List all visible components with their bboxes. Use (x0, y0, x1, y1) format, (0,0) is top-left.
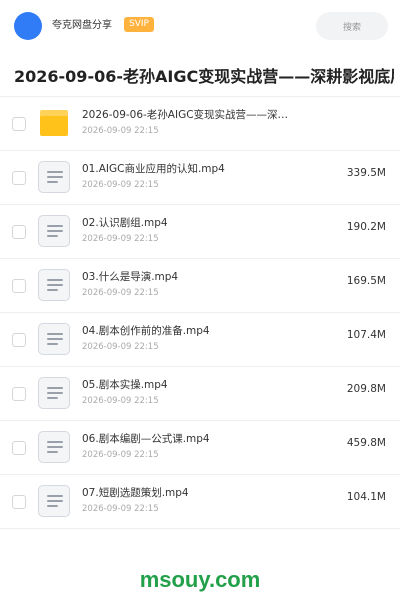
checkbox[interactable] (12, 225, 26, 239)
checkbox[interactable] (12, 171, 26, 185)
file-date: 2026-09-09 22:15 (82, 396, 159, 406)
app-title: 夸克网盘分享 (52, 20, 112, 31)
list-item[interactable]: 04.剧本创作前的准备.mp4 2026-09-09 22:15 107.4M (0, 313, 400, 367)
document-icon (38, 215, 70, 247)
checkbox[interactable] (12, 117, 26, 131)
file-name: 03.什么是导演.mp4 (82, 271, 179, 283)
file-name: 05.剧本实操.mp4 (82, 379, 168, 391)
file-size: 459.8M (346, 437, 386, 449)
svip-badge[interactable]: SVIP (124, 17, 154, 32)
file-date: 2026-09-09 22:15 (82, 450, 159, 460)
file-name: 01.AIGC商业应用的认知.mp4 (82, 163, 225, 175)
file-list: 2026-09-06-老孙AIGC变现实战营——深… 2026-09-09 22… (0, 96, 400, 529)
file-date: 2026-09-09 22:15 (82, 126, 159, 136)
file-date: 2026-09-09 22:15 (82, 180, 159, 190)
list-item[interactable]: 03.什么是导演.mp4 2026-09-09 22:15 169.5M (0, 259, 400, 313)
list-item[interactable]: 2026-09-06-老孙AIGC变现实战营——深… 2026-09-09 22… (0, 97, 400, 151)
list-item[interactable]: 02.认识剧组.mp4 2026-09-09 22:15 190.2M (0, 205, 400, 259)
file-date: 2026-09-09 22:15 (82, 504, 159, 514)
checkbox[interactable] (12, 387, 26, 401)
search-input[interactable]: 搜索 (316, 12, 388, 40)
file-name: 06.剧本编剧—公式课.mp4 (82, 433, 210, 445)
list-item[interactable]: 07.短剧选题策划.mp4 2026-09-09 22:15 104.1M (0, 475, 400, 529)
file-size: 190.2M (346, 221, 386, 233)
file-date: 2026-09-09 22:15 (82, 342, 159, 352)
folder-icon (40, 110, 68, 136)
avatar[interactable] (14, 12, 42, 40)
document-icon (38, 485, 70, 517)
file-date: 2026-09-09 22:15 (82, 234, 159, 244)
file-name: 07.短剧选题策划.mp4 (82, 487, 189, 499)
file-name: 02.认识剧组.mp4 (82, 217, 168, 229)
checkbox[interactable] (12, 333, 26, 347)
file-name: 04.剧本创作前的准备.mp4 (82, 325, 210, 337)
list-item[interactable]: 05.剧本实操.mp4 2026-09-09 22:15 209.8M (0, 367, 400, 421)
file-name: 2026-09-06-老孙AIGC变现实战营——深… (82, 109, 289, 121)
header-bar: 夸克网盘分享 SVIP 搜索 (0, 0, 400, 52)
checkbox[interactable] (12, 279, 26, 293)
document-icon (38, 323, 70, 355)
page-title: 2026-09-06-老孙AIGC变现实战营——深耕影视底层逻 (14, 67, 394, 86)
file-size: 104.1M (346, 491, 386, 503)
file-size: 209.8M (346, 383, 386, 395)
list-item[interactable]: 01.AIGC商业应用的认知.mp4 2026-09-09 22:15 339.… (0, 151, 400, 205)
search-placeholder: 搜索 (342, 22, 361, 33)
checkbox[interactable] (12, 495, 26, 509)
watermark-text: msouy.com (139, 567, 261, 592)
file-size: 339.5M (346, 167, 386, 179)
file-size: 169.5M (346, 275, 386, 287)
checkbox[interactable] (12, 441, 26, 455)
file-date: 2026-09-09 22:15 (82, 288, 159, 298)
document-icon (38, 377, 70, 409)
document-icon (38, 269, 70, 301)
document-icon (38, 431, 70, 463)
list-item[interactable]: 06.剧本编剧—公式课.mp4 2026-09-09 22:15 459.8M (0, 421, 400, 475)
file-size: 107.4M (346, 329, 386, 341)
document-icon (38, 161, 70, 193)
